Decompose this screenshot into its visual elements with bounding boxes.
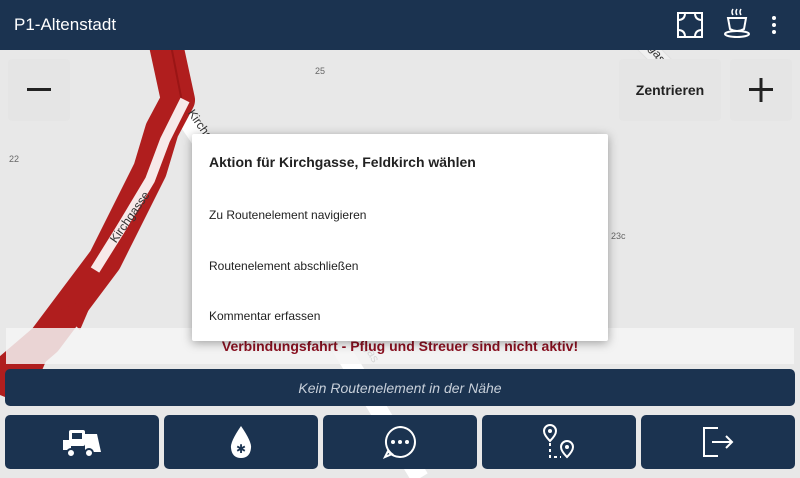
plus-icon xyxy=(749,78,773,102)
svg-text:✱: ✱ xyxy=(236,442,246,456)
salt-drop-icon: ✱ xyxy=(230,426,252,458)
bottom-toolbar: ✱ xyxy=(5,415,795,469)
comment-button[interactable] xyxy=(323,415,477,469)
navigate-option[interactable]: Zu Routenelement navigieren xyxy=(209,200,589,230)
route-button[interactable] xyxy=(482,415,636,469)
snowplow-truck-icon xyxy=(63,430,101,458)
minus-icon xyxy=(27,88,51,91)
plow-button[interactable] xyxy=(5,415,159,469)
dialog-title: Aktion für Kirchgasse, Feldkirch wählen xyxy=(209,154,476,170)
house-number: 23c xyxy=(611,231,626,241)
app-bar: P1-Altenstadt xyxy=(0,0,800,50)
fullscreen-icon[interactable] xyxy=(674,9,706,41)
logout-button[interactable] xyxy=(641,415,795,469)
house-number: 22 xyxy=(9,154,20,164)
more-vert-icon[interactable] xyxy=(760,9,788,41)
house-number: 25 xyxy=(315,66,326,76)
exit-icon xyxy=(703,427,734,457)
zoom-out-button[interactable] xyxy=(8,59,70,121)
action-dialog: Aktion für Kirchgasse, Feldkirch wählen … xyxy=(192,134,608,341)
status-bar: Kein Routenelement in der Nähe xyxy=(5,369,795,406)
chat-icon xyxy=(382,425,416,459)
center-button[interactable]: Zentrieren xyxy=(619,59,721,121)
comment-option[interactable]: Kommentar erfassen xyxy=(209,301,589,331)
spreader-button[interactable]: ✱ xyxy=(164,415,318,469)
zoom-in-button[interactable] xyxy=(730,59,792,121)
complete-option[interactable]: Routenelement abschließen xyxy=(209,251,589,281)
coffee-break-icon[interactable] xyxy=(721,7,753,39)
route-icon xyxy=(542,423,575,459)
